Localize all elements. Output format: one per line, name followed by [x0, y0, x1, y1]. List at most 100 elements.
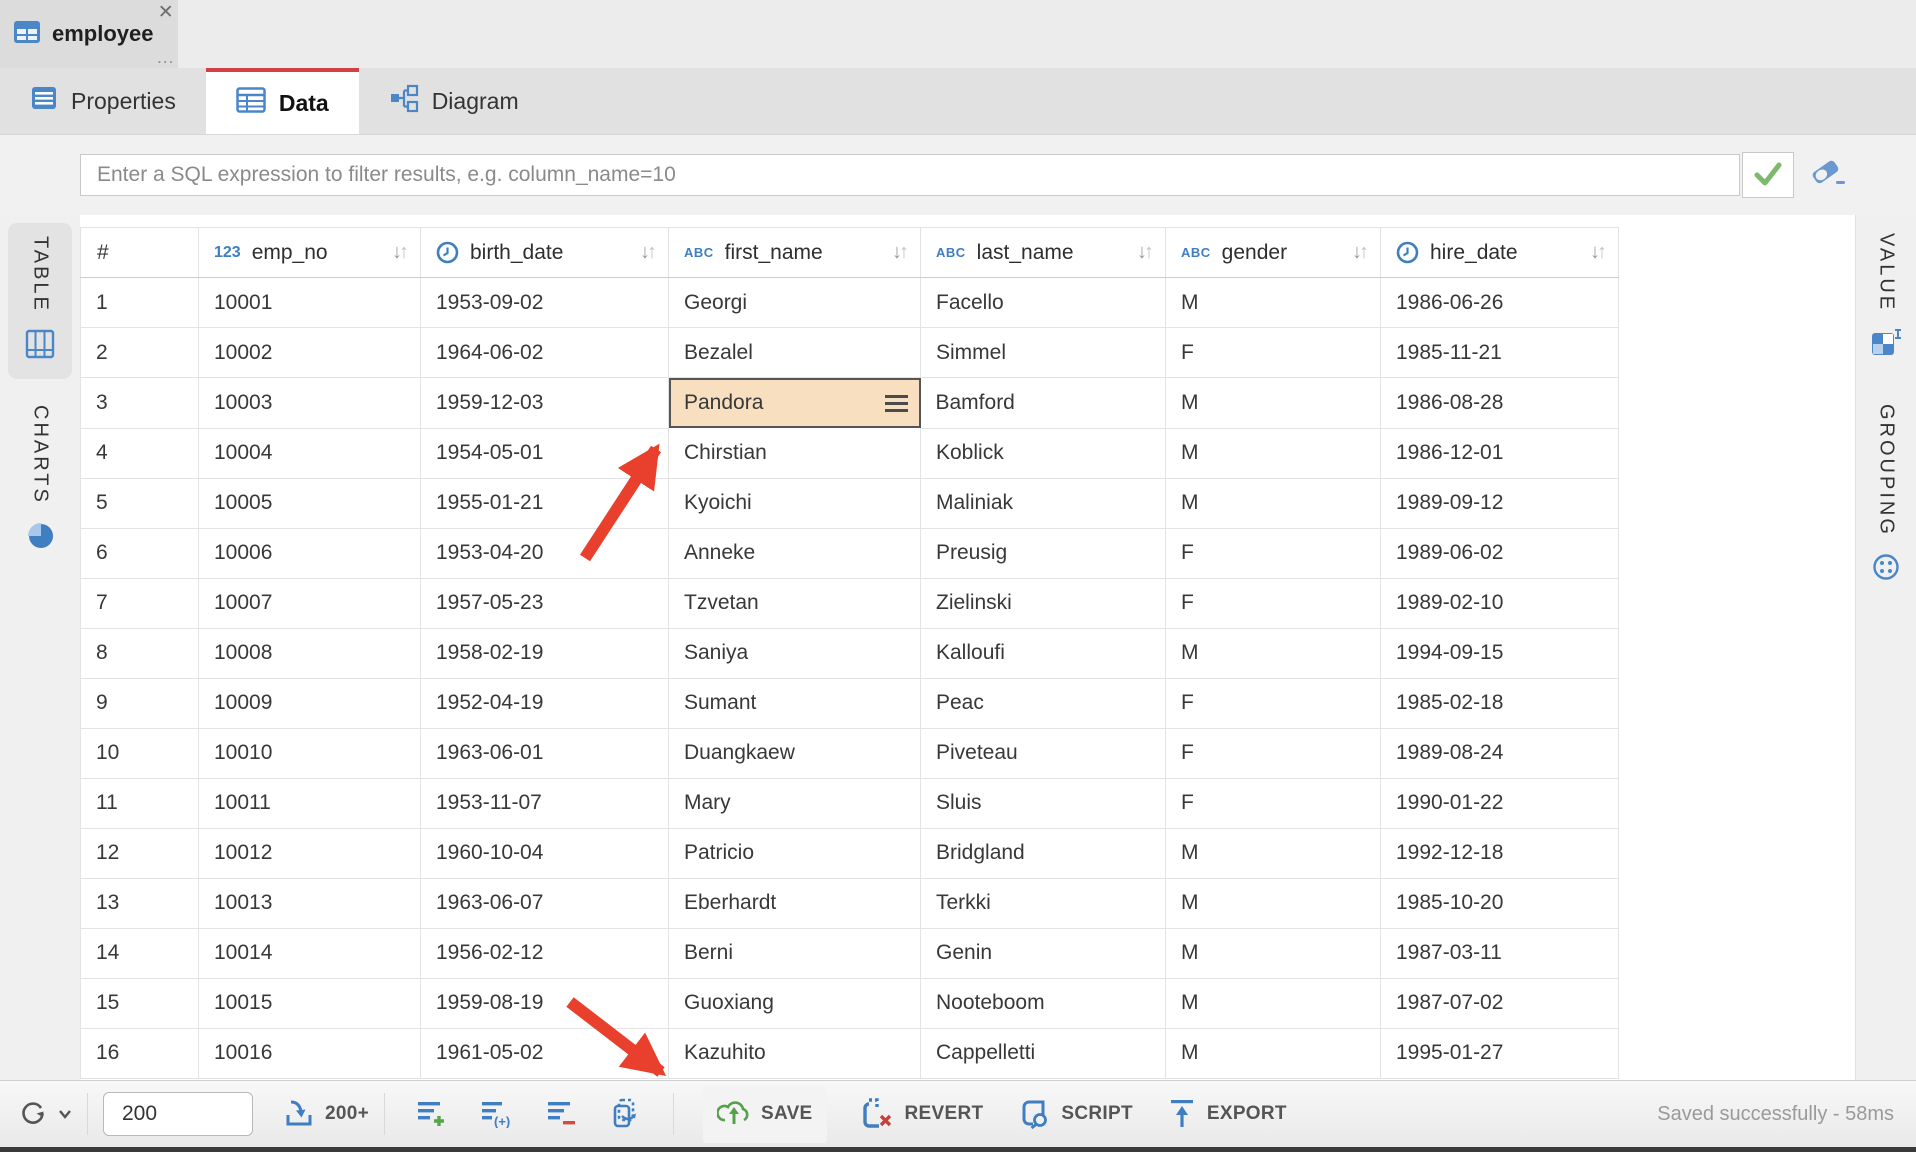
cell[interactable]: 1995-01-27 — [1381, 1028, 1619, 1078]
cell[interactable]: F — [1166, 528, 1381, 578]
cell[interactable]: M — [1166, 378, 1381, 429]
cell[interactable]: Bridgland — [921, 828, 1166, 878]
cell[interactable]: 10014 — [199, 928, 421, 978]
sort-icon[interactable]: ↓↑ — [392, 241, 408, 264]
tab-properties[interactable]: Properties — [0, 68, 206, 134]
cell[interactable]: 10012 — [199, 828, 421, 878]
cell[interactable]: 10011 — [199, 778, 421, 828]
cell[interactable]: 1964-06-02 — [421, 328, 669, 378]
sort-icon[interactable]: ↓↑ — [892, 241, 908, 264]
cell[interactable]: Nooteboom — [921, 978, 1166, 1028]
cell[interactable]: 1961-05-02 — [421, 1028, 669, 1078]
cell[interactable]: Duangkaew — [669, 728, 921, 778]
cell[interactable]: 1989-09-12 — [1381, 478, 1619, 528]
cell[interactable]: M — [1166, 828, 1381, 878]
cell[interactable]: 1985-11-21 — [1381, 328, 1619, 378]
cell[interactable]: M — [1166, 278, 1381, 328]
column-header[interactable]: hire_date↓↑ — [1381, 228, 1619, 278]
cell[interactable]: 1986-06-26 — [1381, 278, 1619, 328]
cell[interactable]: 1955-01-21 — [421, 478, 669, 528]
sort-icon[interactable]: ↓↑ — [1137, 241, 1153, 264]
cell[interactable]: Facello — [921, 278, 1166, 328]
duplicate-row-button[interactable]: (+) — [480, 1098, 514, 1131]
cell[interactable]: 1989-06-02 — [1381, 528, 1619, 578]
doc-tab-employee[interactable]: employee ✕ ... — [0, 0, 178, 68]
tab-data[interactable]: Data — [206, 68, 359, 134]
cell[interactable]: 1986-08-28 — [1381, 378, 1619, 429]
cell[interactable]: 1953-11-07 — [421, 778, 669, 828]
more-icon[interactable]: ... — [157, 55, 174, 62]
refresh-row-button[interactable] — [610, 1097, 642, 1132]
cell[interactable]: Berni — [669, 928, 921, 978]
close-icon[interactable]: ✕ — [158, 3, 174, 22]
save-button[interactable]: SAVE — [703, 1086, 827, 1143]
script-button[interactable]: SCRIPT — [1017, 1096, 1132, 1133]
cell[interactable]: Maliniak — [921, 478, 1166, 528]
column-header[interactable]: ABCfirst_name↓↑ — [669, 228, 921, 278]
cell[interactable]: 1992-12-18 — [1381, 828, 1619, 878]
cell-menu-icon[interactable] — [885, 395, 908, 412]
revert-button[interactable]: REVERT — [861, 1096, 984, 1133]
cell[interactable]: Piveteau — [921, 728, 1166, 778]
cell[interactable]: 1954-05-01 — [421, 428, 669, 478]
column-header[interactable]: ABCgender↓↑ — [1166, 228, 1381, 278]
cell[interactable]: 1986-12-01 — [1381, 428, 1619, 478]
cell[interactable]: 10003 — [199, 378, 421, 429]
export-button[interactable]: EXPORT — [1167, 1096, 1287, 1133]
cell[interactable]: 1957-05-23 — [421, 578, 669, 628]
cell[interactable]: 10008 — [199, 628, 421, 678]
apply-filter-button[interactable] — [1742, 152, 1794, 198]
cell[interactable]: F — [1166, 778, 1381, 828]
cell[interactable]: Kazuhito — [669, 1028, 921, 1078]
row-limit-input[interactable] — [103, 1092, 253, 1136]
cell[interactable]: M — [1166, 428, 1381, 478]
cell[interactable]: Preusig — [921, 528, 1166, 578]
cell[interactable]: Guoxiang — [669, 978, 921, 1028]
cell[interactable]: 1987-03-11 — [1381, 928, 1619, 978]
cell[interactable]: 1990-01-22 — [1381, 778, 1619, 828]
cell[interactable]: 10002 — [199, 328, 421, 378]
cell[interactable]: Kyoichi — [669, 478, 921, 528]
cell[interactable]: Genin — [921, 928, 1166, 978]
cell[interactable]: F — [1166, 328, 1381, 378]
sort-icon[interactable]: ↓↑ — [1590, 241, 1606, 264]
cell[interactable]: Georgi — [669, 278, 921, 328]
cell[interactable]: Sumant — [669, 678, 921, 728]
cell[interactable]: Mary — [669, 778, 921, 828]
cell[interactable]: 1959-08-19 — [421, 978, 669, 1028]
cell[interactable]: Kalloufi — [921, 628, 1166, 678]
cell[interactable]: 1985-02-18 — [1381, 678, 1619, 728]
cell[interactable]: 1960-10-04 — [421, 828, 669, 878]
selected-cell[interactable]: Pandora — [669, 378, 921, 428]
cell[interactable]: 1956-02-12 — [421, 928, 669, 978]
cell[interactable]: Bezalel — [669, 328, 921, 378]
sidebar-item-value[interactable]: VALUE — [1870, 233, 1902, 362]
cell[interactable]: Patricio — [669, 828, 921, 878]
cell[interactable]: 1963-06-07 — [421, 878, 669, 928]
cell[interactable]: M — [1166, 478, 1381, 528]
delete-row-button[interactable] — [546, 1098, 578, 1131]
add-row-button[interactable] — [416, 1098, 448, 1131]
tab-diagram[interactable]: Diagram — [359, 68, 549, 134]
cell[interactable]: 10001 — [199, 278, 421, 328]
cell[interactable]: 10006 — [199, 528, 421, 578]
cell[interactable]: 10015 — [199, 978, 421, 1028]
cell[interactable]: 1989-08-24 — [1381, 728, 1619, 778]
sort-icon[interactable]: ↓↑ — [640, 241, 656, 264]
cell[interactable]: Peac — [921, 678, 1166, 728]
cell[interactable]: Koblick — [921, 428, 1166, 478]
sidebar-item-table[interactable]: TABLE — [8, 223, 72, 379]
cell[interactable]: M — [1166, 928, 1381, 978]
cell[interactable]: Terkki — [921, 878, 1166, 928]
cell[interactable]: M — [1166, 628, 1381, 678]
column-header[interactable]: ABClast_name↓↑ — [921, 228, 1166, 278]
cell[interactable]: Zielinski — [921, 578, 1166, 628]
cell[interactable]: 1952-04-19 — [421, 678, 669, 728]
cell[interactable]: 1987-07-02 — [1381, 978, 1619, 1028]
cell[interactable]: 1963-06-01 — [421, 728, 669, 778]
sidebar-item-grouping[interactable]: GROUPING — [1871, 404, 1901, 587]
cell[interactable]: 1953-09-02 — [421, 278, 669, 328]
sort-icon[interactable]: ↓↑ — [1352, 241, 1368, 264]
cell[interactable]: M — [1166, 978, 1381, 1028]
cell[interactable]: 10013 — [199, 878, 421, 928]
